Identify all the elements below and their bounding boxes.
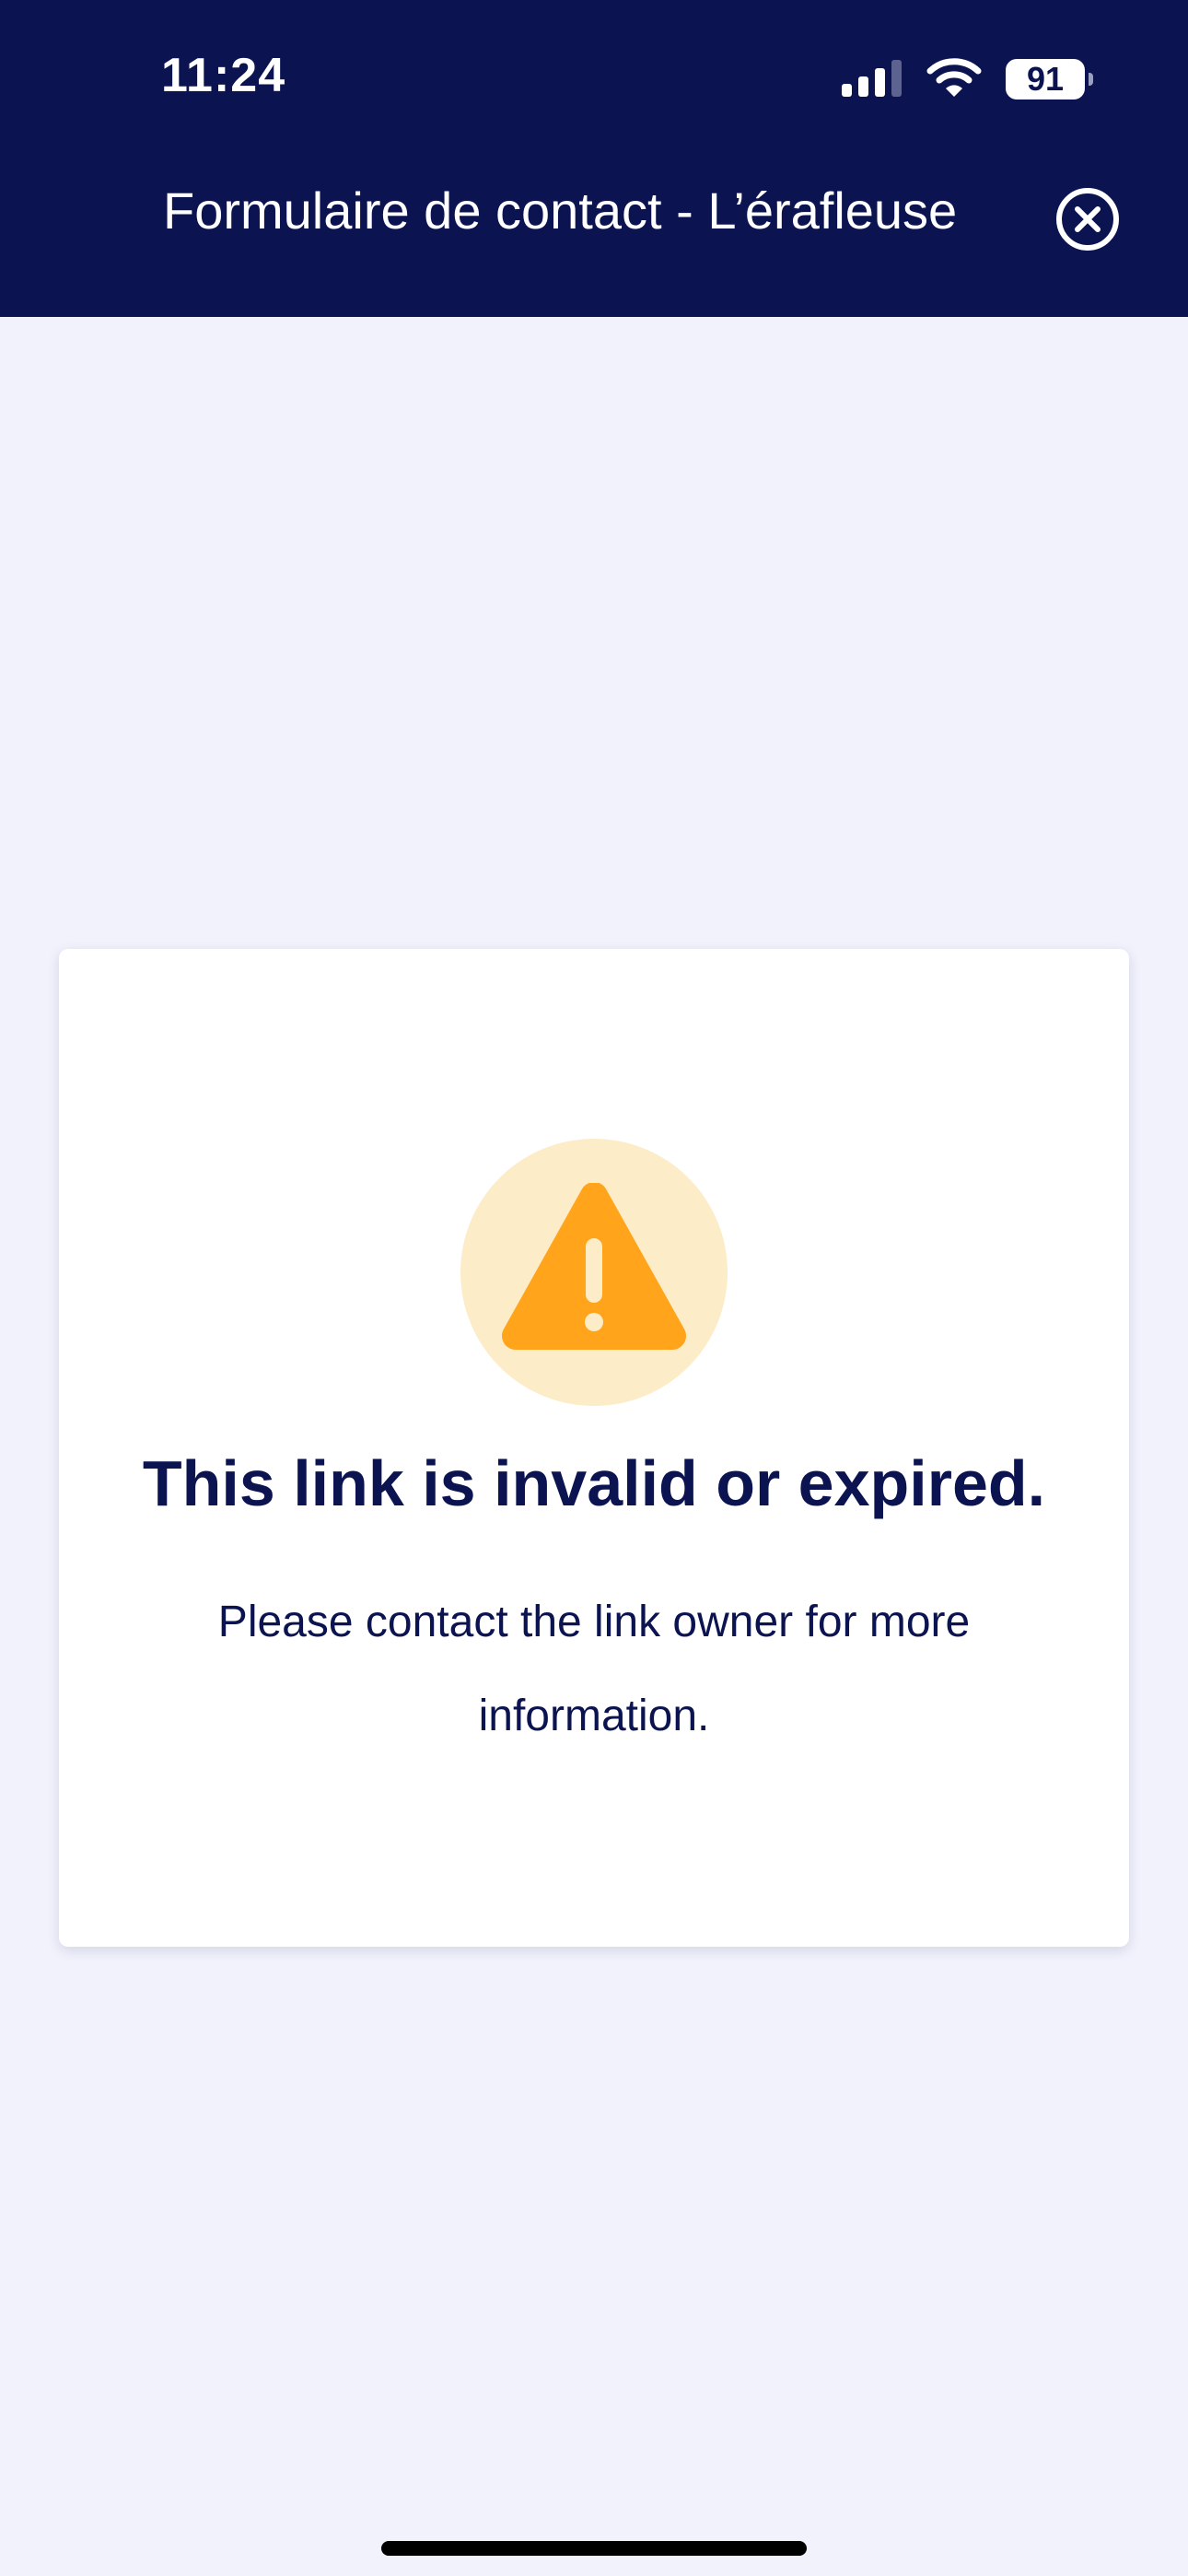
close-circle-icon [1056,188,1119,251]
battery-icon: 91 [1006,59,1093,100]
status-icons: 91 [842,56,1093,103]
battery-tip [1089,73,1093,86]
status-time: 11:24 [161,49,286,102]
wifi-icon [926,56,982,103]
close-button[interactable] [1054,186,1121,252]
battery-level: 91 [1026,60,1065,98]
warning-triangle-icon [502,1183,686,1350]
app-header: 11:24 91 Formulaire de contact - L’érafl… [0,0,1188,317]
page-title: Formulaire de contact - L’érafleuse [163,181,958,240]
cellular-signal-icon [842,58,903,101]
error-card: This link is invalid or expired. Please … [59,949,1129,1947]
error-message: Please contact the link owner for more i… [217,1598,971,1740]
home-indicator[interactable] [381,2541,807,2556]
error-title: This link is invalid or expired. [142,1447,1046,1519]
warning-badge [460,1139,728,1406]
